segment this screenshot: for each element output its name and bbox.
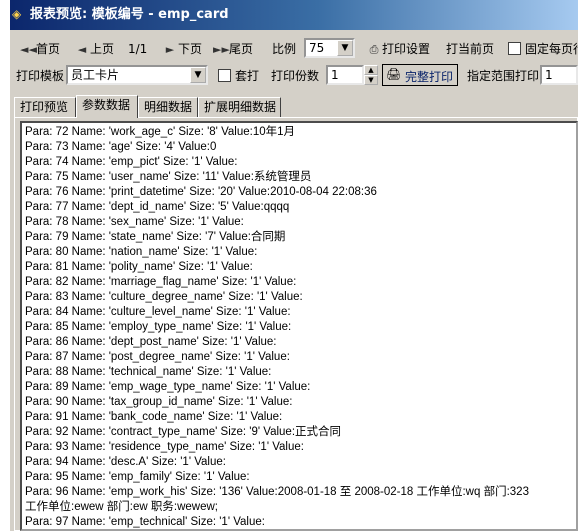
report-icon: ◈	[12, 7, 22, 21]
list-item: Para: 82 Name: 'marriage_flag_name' Size…	[25, 276, 297, 288]
chevron-down-icon[interactable]: ▼	[337, 40, 353, 56]
list-item: Para: 73 Name: 'age' Size: '4' Value:0	[25, 141, 217, 153]
list-item: Para: 91 Name: 'bank_code_name' Size: '1…	[25, 411, 283, 423]
list-item: Para: 86 Name: 'dept_post_name' Size: '1…	[25, 336, 277, 348]
chevron-down-icon[interactable]: ▼	[190, 67, 206, 83]
list-item: Para: 96 Name: 'emp_work_his' Size: '136…	[25, 486, 529, 498]
list-item: Para: 92 Name: 'contract_type_name' Size…	[25, 426, 342, 438]
list-item: Para: 74 Name: 'emp_pict' Size: '1' Valu…	[25, 156, 238, 168]
stepper-down-icon[interactable]: ▼	[364, 75, 378, 85]
scale-label: 比例	[272, 42, 297, 56]
fixed-per-page-label: 固定每页行	[525, 42, 578, 56]
tab-param-data[interactable]: 参数数据	[76, 95, 138, 118]
list-item: Para: 94 Name: 'desc.A' Size: '1' Value:	[25, 456, 226, 468]
print-toolbar: 打印模板 员工卡片 ▼ 套打 打印份数 1 ▲ ▼ 🖨 完整打印 指定范围打印 …	[0, 63, 578, 89]
scale-select[interactable]: 75 ▼	[304, 38, 355, 58]
list-item: Para: 75 Name: 'user_name' Size: '11' Va…	[25, 171, 312, 183]
copies-value: 1	[331, 68, 339, 82]
tab-detail-data[interactable]: 明细数据	[138, 97, 198, 117]
list-item: Para: 85 Name: 'employ_type_name' Size: …	[25, 321, 292, 333]
list-item: Para: 88 Name: 'technical_name' Size: '1…	[25, 366, 272, 378]
list-item: Para: 89 Name: 'emp_wage_type_name' Size…	[25, 381, 311, 393]
scale-value: 75	[309, 41, 325, 55]
next-page-icon: ►	[165, 43, 175, 56]
full-print-label: 完整打印	[405, 70, 454, 84]
list-item: Para: 72 Name: 'work_age_c' Size: '8' Va…	[25, 126, 296, 138]
tab-print-preview[interactable]: 打印预览	[14, 97, 76, 117]
list-item: Para: 80 Name: 'nation_name' Size: '1' V…	[25, 246, 258, 258]
last-page-icon: ►►	[213, 43, 230, 56]
stepper-up-icon[interactable]: ▲	[364, 65, 378, 75]
last-page-button[interactable]: ►►尾页	[213, 39, 253, 59]
page-indicator: 1/1	[128, 42, 148, 56]
title-left-strip	[0, 0, 10, 30]
copies-label: 打印份数	[271, 69, 320, 83]
list-item: Para: 97 Name: 'emp_technical' Size: '1'…	[25, 516, 265, 528]
list-item: 工作单位:ewew 部门:ew 职务:wewew;	[25, 501, 218, 513]
overlay-print-checkbox[interactable]	[218, 69, 231, 82]
title-bar[interactable]: ◈ 报表预览: 模板编号 - emp_card	[0, 0, 578, 30]
range-print-label: 指定范围打印	[467, 69, 540, 83]
list-item: Para: 90 Name: 'tax_group_id_name' Size:…	[25, 396, 293, 408]
fixed-per-page-checkbox[interactable]	[508, 42, 521, 55]
template-select[interactable]: 员工卡片 ▼	[66, 65, 208, 85]
list-item: Para: 78 Name: 'sex_name' Size: '1' Valu…	[25, 216, 244, 228]
list-item: Para: 84 Name: 'culture_level_name' Size…	[25, 306, 291, 318]
next-page-label: 下页	[178, 42, 203, 56]
print-settings-icon: ⎙	[369, 43, 379, 56]
list-item: Para: 93 Name: 'residence_type_name' Siz…	[25, 441, 304, 453]
full-print-button[interactable]: 🖨 完整打印	[382, 64, 458, 86]
list-item: Para: 81 Name: 'polity_name' Size: '1' V…	[25, 261, 253, 273]
copies-stepper[interactable]: ▲ ▼	[364, 65, 378, 85]
tab-extended-detail-data[interactable]: 扩展明细数据	[198, 97, 281, 117]
print-settings-button[interactable]: ⎙ 打印设置	[366, 39, 430, 59]
template-label: 打印模板	[16, 69, 65, 83]
prev-page-button[interactable]: ◄ 上页	[74, 39, 114, 59]
list-item: Para: 95 Name: 'emp_family' Size: '1' Va…	[25, 471, 250, 483]
list-item: Para: 87 Name: 'post_degree_name' Size: …	[25, 351, 290, 363]
list-item: Para: 79 Name: 'state_name' Size: '7' Va…	[25, 231, 286, 243]
range-value: 1	[545, 68, 553, 82]
printer-icon: 🖨	[386, 67, 402, 81]
template-value: 员工卡片	[71, 68, 120, 82]
param-list[interactable]: Para: 72 Name: 'work_age_c' Size: '8' Va…	[20, 121, 578, 531]
overlay-print-label: 套打	[235, 69, 260, 83]
list-item: Para: 83 Name: 'culture_degree_name' Siz…	[25, 291, 303, 303]
range-field[interactable]: 1	[540, 65, 578, 85]
copies-field[interactable]: 1	[326, 65, 364, 85]
list-item: Para: 76 Name: 'print_datetime' Size: '2…	[25, 186, 377, 198]
prev-page-label: 上页	[90, 42, 115, 56]
navigation-toolbar: ◄◄首页 ◄ 上页 1/1 ► 下页 ►►尾页 比例 75 ▼ ⎙ 打印设置 打当前页…	[0, 36, 578, 62]
print-settings-label: 打印设置	[382, 42, 431, 56]
first-page-button[interactable]: ◄◄首页	[20, 39, 60, 59]
window-title: 报表预览: 模板编号 - emp_card	[30, 7, 229, 22]
print-current-button[interactable]: 打当前页	[446, 39, 494, 59]
first-page-icon: ◄◄	[20, 43, 37, 56]
first-page-label: 首页	[36, 42, 61, 56]
next-page-button[interactable]: ► 下页	[162, 39, 202, 59]
last-page-label: 尾页	[229, 42, 254, 56]
prev-page-icon: ◄	[77, 43, 87, 56]
list-item: Para: 77 Name: 'dept_id_name' Size: '5' …	[25, 201, 290, 213]
